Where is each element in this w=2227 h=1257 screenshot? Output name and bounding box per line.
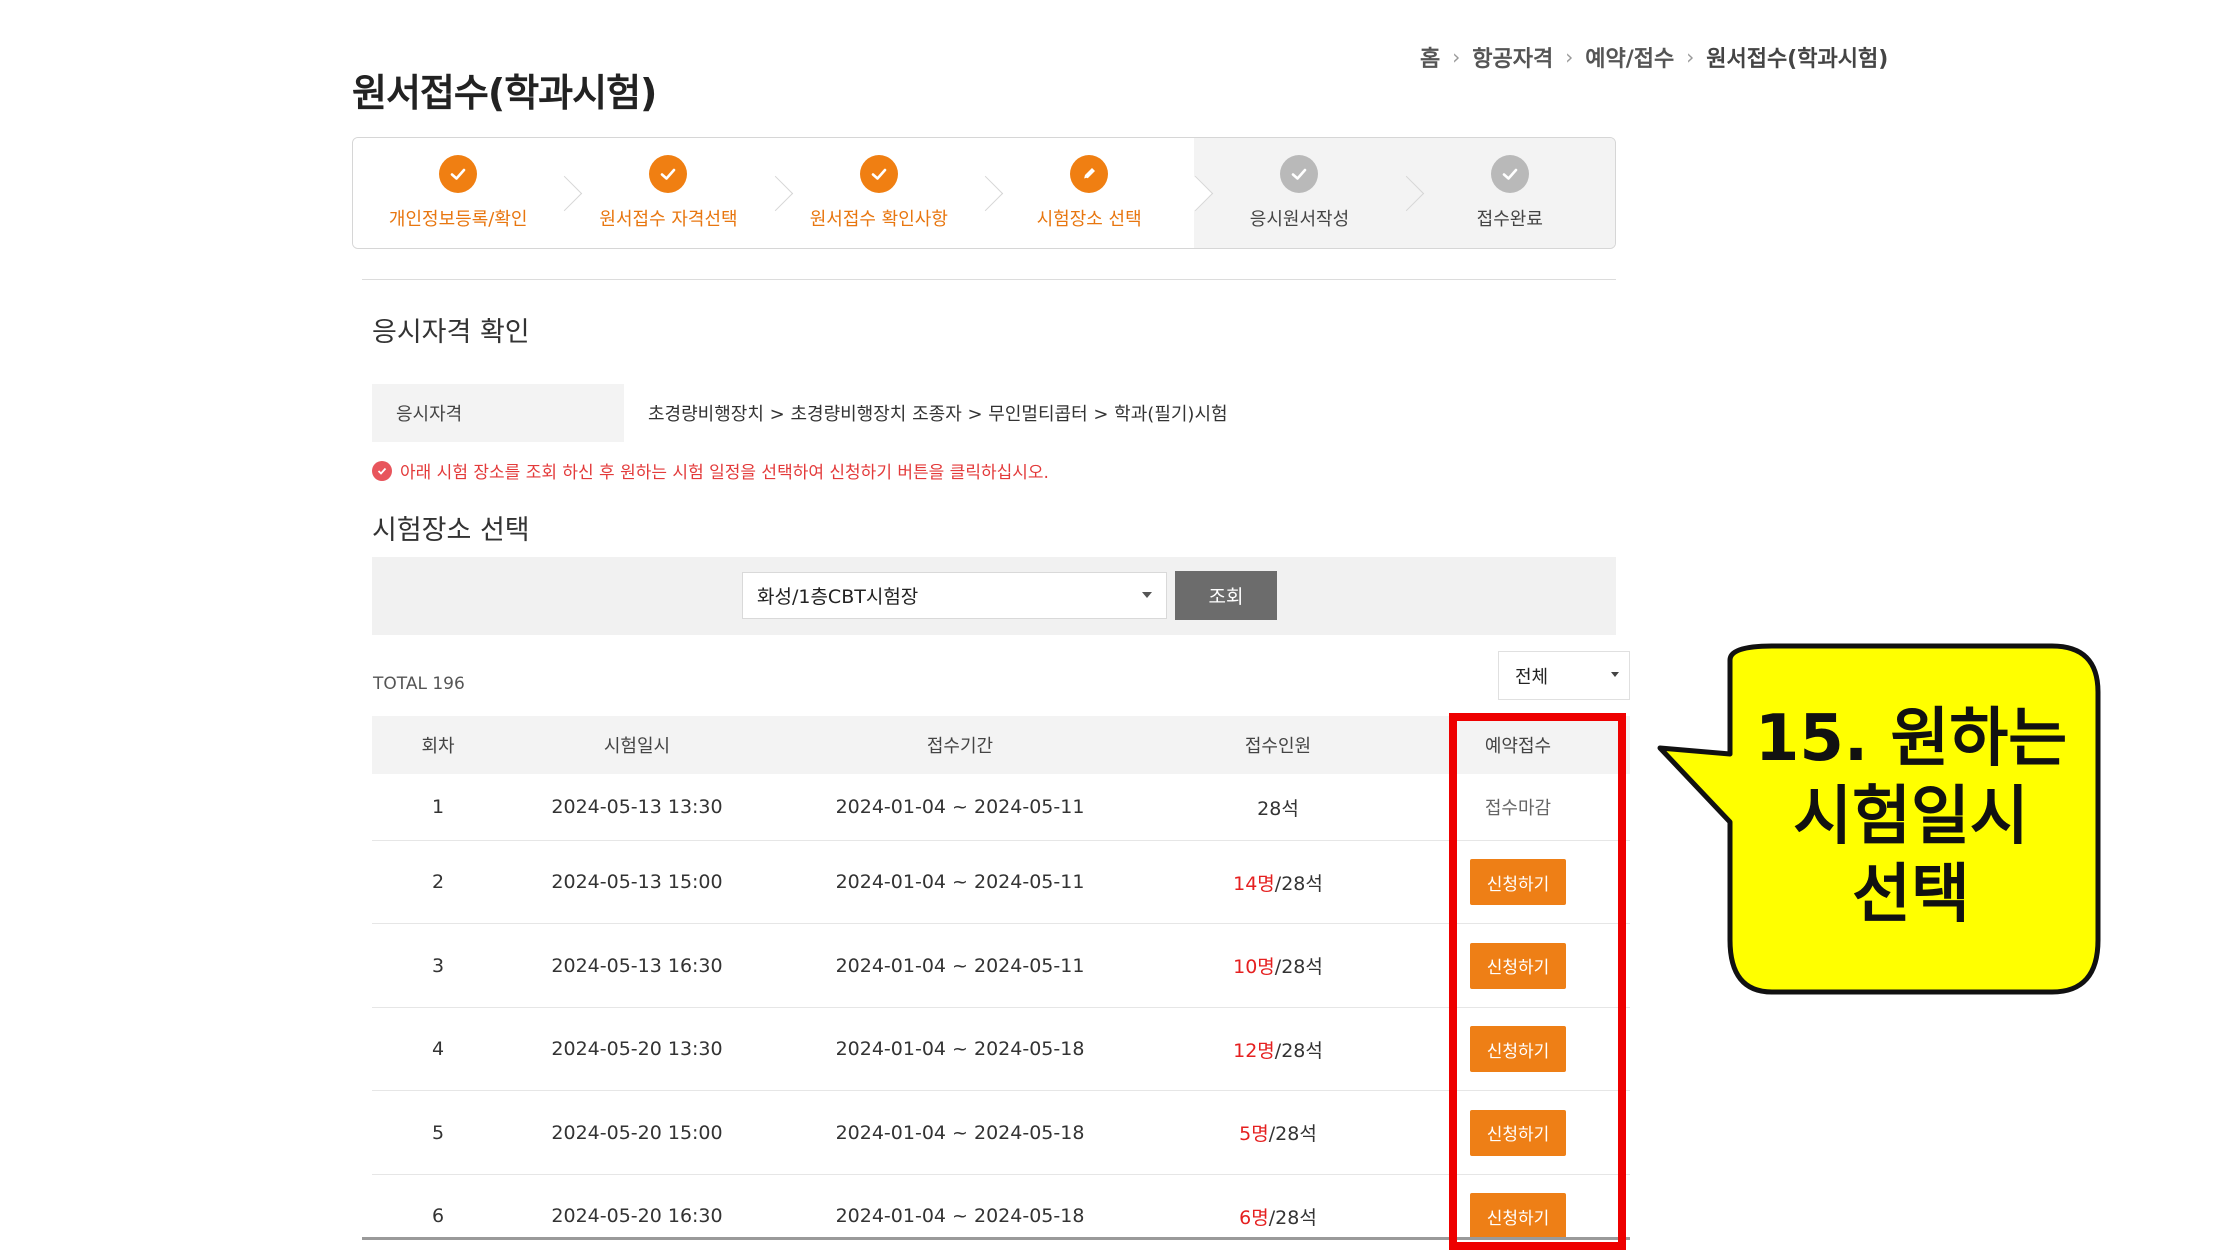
search-button[interactable]: 조회 (1175, 571, 1277, 620)
cell-period: 2024-01-04 ~ 2024-05-18 (835, 1038, 1085, 1060)
cell-period: 2024-01-04 ~ 2024-05-18 (835, 1121, 1085, 1144)
cell-round: 1 (431, 796, 445, 818)
check-icon (1280, 155, 1319, 193)
cell-round: 4 (431, 1038, 445, 1060)
cell-datetime: 2024-05-20 13:30 (551, 1038, 723, 1060)
table-row: 1 2024-05-13 13:30 2024-01-04 ~ 2024-05-… (372, 774, 1630, 841)
table-row: 3 2024-05-13 16:30 2024-01-04 ~ 2024-05-… (372, 924, 1630, 1008)
cell-round: 5 (431, 1121, 445, 1144)
check-icon (439, 155, 478, 193)
table-row: 4 2024-05-20 13:30 2024-01-04 ~ 2024-05-… (372, 1008, 1630, 1091)
step-venue-select: 시험장소 선택 (983, 138, 1195, 248)
pencil-icon (1070, 155, 1109, 193)
cell-capacity: 10명/28석 (1150, 952, 1406, 979)
check-icon (859, 155, 898, 193)
divider (362, 279, 1616, 280)
venue-section-title: 시험장소 선택 (372, 515, 530, 546)
qualification-row: 응시자격 초경량비행장치 > 초경량비행장치 조종자 > 무인멀티콥터 > 학과… (372, 384, 1616, 442)
filter-select-value: 전체 (1515, 666, 1549, 688)
check-icon (649, 155, 688, 193)
cell-round: 3 (431, 954, 445, 977)
cell-capacity: 14명/28석 (1150, 869, 1406, 896)
step-label: 접수완료 (1476, 209, 1543, 230)
cell-capacity: 6명/28석 (1150, 1203, 1406, 1230)
check-icon (1490, 155, 1529, 193)
chevron-right-icon: › (1452, 45, 1461, 69)
step-label: 원서접수 자격선택 (599, 209, 738, 230)
qualification-value: 초경량비행장치 > 초경량비행장치 조종자 > 무인멀티콥터 > 학과(필기)시… (648, 404, 1228, 425)
table-row: 5 2024-05-20 15:00 2024-01-04 ~ 2024-05-… (372, 1091, 1630, 1175)
table-row: 6 2024-05-20 16:30 2024-01-04 ~ 2024-05-… (372, 1175, 1630, 1257)
callout-line: 15. 원하는 (1754, 702, 2068, 776)
callout-line: 선택 (1852, 858, 1970, 932)
qualification-label: 응시자격 (372, 384, 624, 442)
breadcrumb-home[interactable]: 홈 (1420, 41, 1440, 73)
step-complete: 접수완료 (1404, 138, 1615, 248)
seat-total: /28석 (1274, 872, 1323, 895)
seat-total: 28석 (1257, 797, 1299, 820)
callout-text: 15. 원하는 시험일시 선택 (1705, 700, 2117, 934)
table-row: 2 2024-05-13 15:00 2024-01-04 ~ 2024-05-… (372, 841, 1630, 924)
breadcrumb-reservation[interactable]: 예약/접수 (1585, 41, 1674, 73)
cell-capacity: 28석 (1150, 794, 1406, 821)
cell-period: 2024-01-04 ~ 2024-05-11 (835, 954, 1085, 977)
breadcrumb-current: 원서접수(학과시험) (1706, 47, 1889, 72)
page-title: 원서접수(학과시험) (352, 71, 657, 115)
caret-down-icon (1611, 672, 1619, 677)
applicant-count: 14명 (1233, 872, 1275, 895)
cell-period: 2024-01-04 ~ 2024-05-18 (835, 1205, 1085, 1227)
highlight-box (1449, 713, 1626, 1250)
callout-line: 시험일시 (1793, 780, 2029, 854)
breadcrumb-aviation[interactable]: 항공자격 (1472, 41, 1553, 73)
venue-select-value: 화성/1층CBT시험장 (757, 586, 919, 608)
step-label: 개인정보등록/확인 (388, 209, 528, 230)
schedule-table: 회차 시험일시 접수기간 접수인원 예약접수 1 2024-05-13 13:3… (372, 716, 1630, 1257)
seat-total: /28석 (1274, 956, 1323, 978)
table-bottom-border (362, 1237, 1630, 1240)
applicant-count: 5명 (1239, 1123, 1269, 1145)
total-count: TOTAL 196 (373, 674, 465, 694)
notice-message: 아래 시험 장소를 조회 하신 후 원하는 시험 일정을 선택하여 신청하기 버… (372, 458, 1049, 483)
cell-datetime: 2024-05-20 16:30 (551, 1205, 723, 1227)
cell-capacity: 12명/28석 (1150, 1036, 1406, 1063)
applicant-count: 12명 (1233, 1039, 1275, 1062)
step-label: 원서접수 확인사항 (809, 209, 948, 230)
table-header: 회차 시험일시 접수기간 접수인원 예약접수 (372, 716, 1630, 774)
chevron-right-icon: › (1565, 45, 1574, 69)
cell-datetime: 2024-05-13 16:30 (551, 954, 723, 977)
header-datetime: 시험일시 (603, 736, 671, 757)
chevron-right-icon: › (1686, 45, 1695, 69)
applicant-count: 10명 (1233, 956, 1275, 978)
seat-total: /28석 (1268, 1123, 1317, 1145)
cell-round: 2 (431, 871, 445, 893)
step-label: 시험장소 선택 (1036, 209, 1142, 230)
qualification-section-title: 응시자격 확인 (372, 317, 530, 348)
check-circle-icon (372, 460, 392, 481)
header-round: 회차 (421, 736, 455, 757)
header-capacity: 접수인원 (1244, 736, 1312, 757)
step-application-form: 응시원서작성 (1194, 138, 1405, 248)
cell-round: 6 (431, 1205, 445, 1227)
step-confirmation: 원서접수 확인사항 (773, 138, 984, 248)
breadcrumb: 홈 › 항공자격 › 예약/접수 › 원서접수(학과시험) (1420, 40, 1888, 74)
cell-datetime: 2024-05-20 15:00 (551, 1121, 723, 1144)
header-period: 접수기간 (926, 736, 994, 757)
step-label: 응시원서작성 (1249, 209, 1350, 230)
step-qualification-select: 원서접수 자격선택 (563, 138, 774, 248)
caret-down-icon (1142, 592, 1152, 598)
cell-capacity: 5명/28석 (1150, 1119, 1406, 1146)
applicant-count: 6명 (1239, 1206, 1269, 1229)
cell-period: 2024-01-04 ~ 2024-05-11 (835, 796, 1085, 818)
seat-total: /28석 (1274, 1039, 1323, 1062)
progress-stepper: 개인정보등록/확인 원서접수 자격선택 원서접수 확인사항 시험장소 선택 응시… (352, 137, 1616, 249)
seat-total: /28석 (1268, 1206, 1317, 1229)
cell-datetime: 2024-05-13 13:30 (551, 796, 723, 818)
cell-period: 2024-01-04 ~ 2024-05-11 (835, 871, 1085, 893)
filter-select[interactable]: 전체 (1498, 651, 1630, 700)
venue-select[interactable]: 화성/1층CBT시험장 (742, 572, 1167, 619)
cell-datetime: 2024-05-13 15:00 (551, 871, 723, 893)
step-personal-info: 개인정보등록/확인 (353, 138, 564, 248)
notice-text: 아래 시험 장소를 조회 하신 후 원하는 시험 일정을 선택하여 신청하기 버… (400, 463, 1049, 483)
